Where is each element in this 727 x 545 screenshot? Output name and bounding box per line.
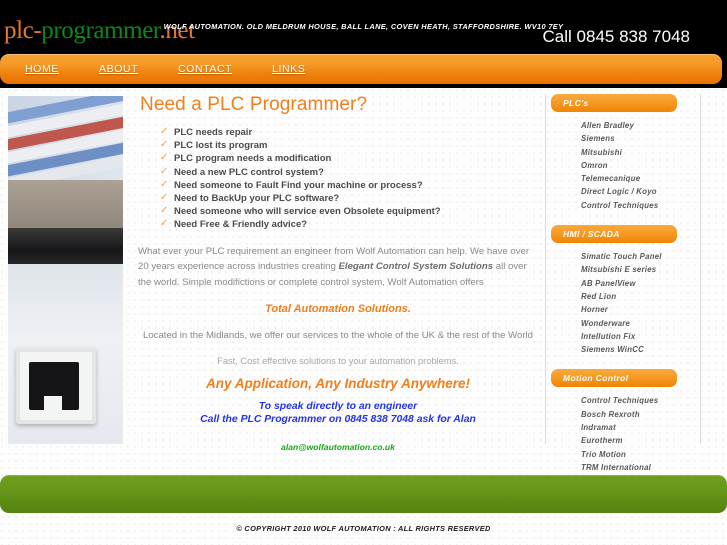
sidebar: PLC's Allen Bradley Siemens Mitsubishi O… <box>551 94 691 487</box>
main-content: Need a PLC Programmer? PLC needs repair … <box>138 94 538 452</box>
footer-address: WOLF AUTOMATION. OLD MELDRUM HOUSE, BALL… <box>163 22 564 31</box>
sidebar-item-allen-bradley[interactable]: Allen Bradley <box>581 119 691 132</box>
sidebar-heading-hmi-scada: HMI / SCADA <box>551 225 677 244</box>
list-item: PLC program needs a modification <box>160 151 538 165</box>
nav-item-contact[interactable]: CONTACT <box>178 63 232 75</box>
sidebar-item-intellution-fix[interactable]: Intellution Fix <box>581 330 691 343</box>
sidebar-item-red-lion[interactable]: Red Lion <box>581 290 691 303</box>
intro-paragraph-emphasis: Elegant Control System Solutions <box>338 261 494 273</box>
content-divider-left <box>545 94 546 444</box>
speak-to-engineer-line2: Call the PLC Programmer on 0845 838 7048… <box>200 413 476 425</box>
sidebar-item-siemens-wincc[interactable]: Siemens WinCC <box>581 343 691 356</box>
sidebar-item-control-techniques[interactable]: Control Techniques <box>581 199 691 212</box>
sidebar-item-direct-logic-koyo[interactable]: Direct Logic / Koyo <box>581 185 691 198</box>
sidebar-item-omron[interactable]: Omron <box>581 159 691 172</box>
nav-item-home[interactable]: HOME <box>25 63 59 75</box>
speak-to-engineer-line1: To speak directly to an engineer <box>258 400 418 412</box>
list-item: Need someone who will service even Obsol… <box>160 204 538 218</box>
list-item: Need to BackUp your PLC software? <box>160 191 538 205</box>
sidebar-item-ab-panelview[interactable]: AB PanelView <box>581 277 691 290</box>
nav-item-links[interactable]: LINKS <box>272 63 305 75</box>
sidebar-item-mitsubishi-e-series[interactable]: Mitsubishi E series <box>581 263 691 276</box>
any-application-tagline: Any Application, Any Industry Anywhere! <box>205 375 471 391</box>
sidebar-item-control-techniques-motion[interactable]: Control Techniques <box>581 394 691 407</box>
list-item: PLC needs repair <box>160 125 538 139</box>
list-item: Need Free & Friendly advice? <box>160 217 538 231</box>
contact-email-link[interactable]: alan@wolfautomation.co.uk <box>138 442 538 452</box>
list-item: PLC lost its program <box>160 138 538 152</box>
navigation-bar: HOME ABOUT CONTACT LINKS <box>0 54 722 84</box>
footer-bar <box>0 475 727 513</box>
sidebar-heading-plcs: PLC's <box>551 94 677 112</box>
sidebar-item-bosch-rexroth[interactable]: Bosch Rexroth <box>581 408 691 421</box>
nav-item-about[interactable]: ABOUT <box>99 63 138 75</box>
list-item: Need someone to Fault Find your machine … <box>160 178 538 192</box>
sidebar-heading-motion-control: Motion Control <box>551 369 677 388</box>
sidebar-item-horner[interactable]: Horner <box>581 303 691 316</box>
content-divider-right <box>700 94 701 444</box>
footer-copyright: © COPYRIGHT 2010 WOLF AUTOMATION : ALL R… <box>236 524 491 533</box>
navigation-bar-wrapper: HOME ABOUT CONTACT LINKS <box>0 54 727 88</box>
sidebar-item-telemecanique[interactable]: Telemecanique <box>581 172 691 185</box>
sidebar-item-mitsubishi[interactable]: Mitsubishi <box>581 146 691 159</box>
sidebar-item-trio-motion[interactable]: Trio Motion <box>581 448 691 461</box>
sidebar-item-simatic-touch-panel[interactable]: Simatic Touch Panel <box>581 250 691 263</box>
sidebar-item-trm-international[interactable]: TRM International <box>581 461 691 474</box>
sidebar-list-plcs: Allen Bradley Siemens Mitsubishi Omron T… <box>551 119 691 212</box>
photo-slot <box>8 228 123 268</box>
sidebar-item-indramat[interactable]: Indramat <box>581 421 691 434</box>
photo-ethernet-jack <box>16 348 96 424</box>
services-checklist: PLC needs repair PLC lost its program PL… <box>138 125 538 232</box>
total-automation-solutions-tagline: Total Automation Solutions. <box>265 303 411 316</box>
sidebar-item-wonderware[interactable]: Wonderware <box>581 317 691 330</box>
fast-cost-effective-text: Fast, Cost effective solutions to your a… <box>217 355 459 366</box>
sidebar-list-motion-control: Control Techniques Bosch Rexroth Indrama… <box>551 394 691 474</box>
photo-jack-tab <box>44 396 62 412</box>
photo-housing <box>8 180 123 232</box>
intro-paragraph: What ever your PLC requirement an engine… <box>138 244 538 291</box>
sidebar-item-siemens[interactable]: Siemens <box>581 132 691 145</box>
page-title: Need a PLC Programmer? <box>140 94 368 115</box>
location-text: Located in the Midlands, we offer our se… <box>143 330 533 342</box>
sidebar-item-eurotherm[interactable]: Eurotherm <box>581 434 691 447</box>
sidebar-list-hmi-scada: Simatic Touch Panel Mitsubishi E series … <box>551 250 691 356</box>
photo-terminal-block <box>8 96 123 192</box>
list-item: Need a new PLC control system? <box>160 165 538 179</box>
plc-equipment-photo <box>8 96 123 444</box>
